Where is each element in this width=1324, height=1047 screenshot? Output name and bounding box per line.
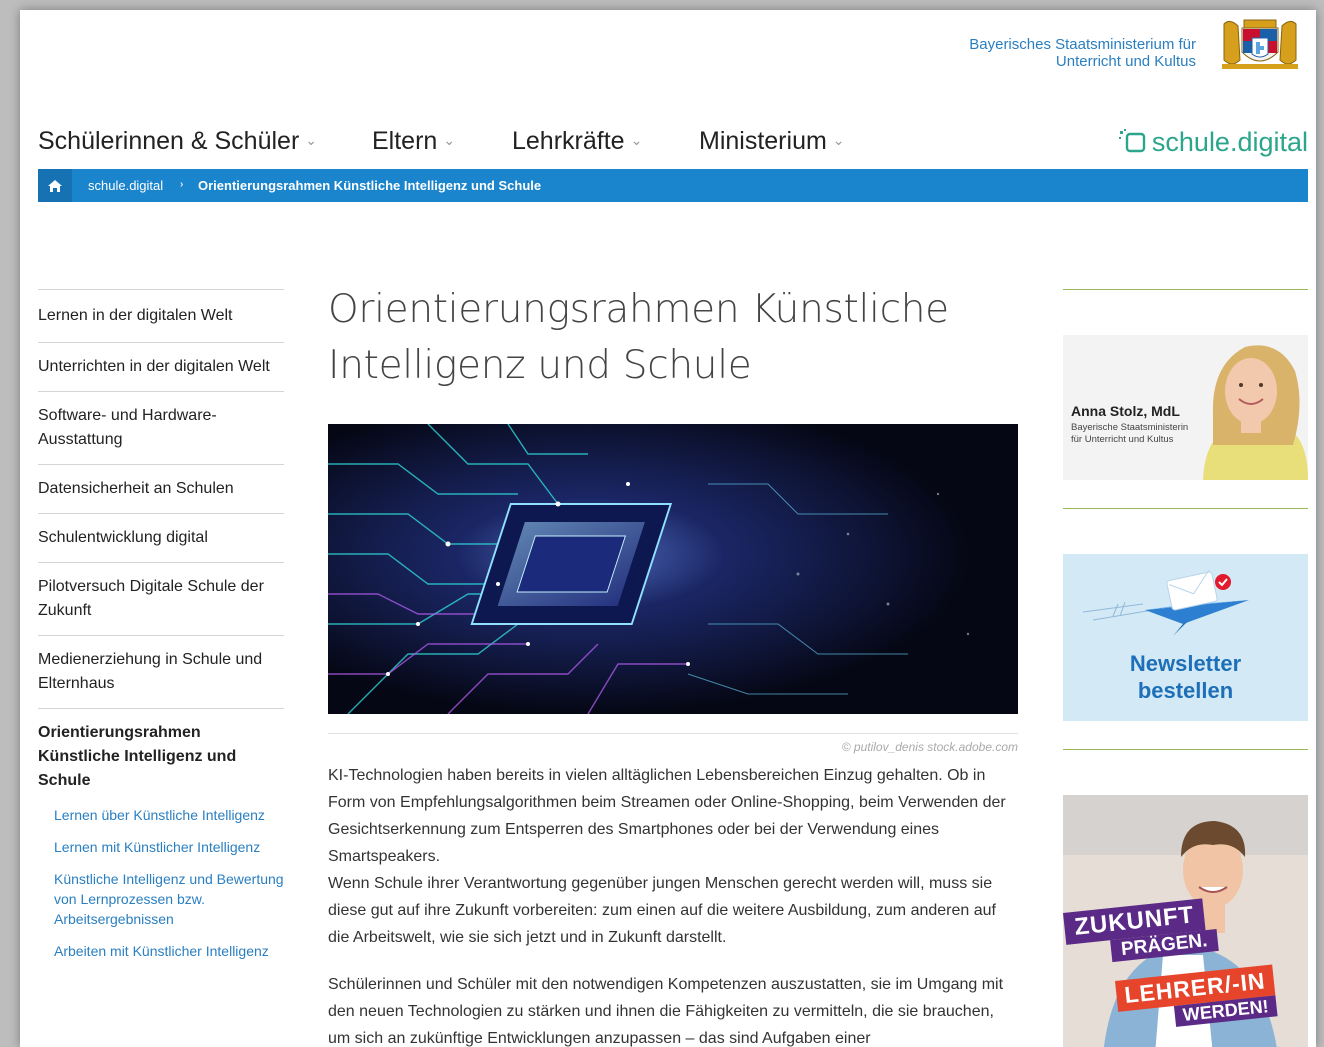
- article-paragraph: KI-Technologien haben bereits in vielen …: [328, 767, 1006, 865]
- bavarian-coat-of-arms-logo[interactable]: [1216, 16, 1304, 72]
- newsletter-teaser[interactable]: Newsletter bestellen: [1063, 554, 1308, 721]
- ministry-name-line2: Unterricht und Kultus: [1055, 53, 1196, 70]
- ministry-name[interactable]: Bayerisches Staatsministerium für Unterr…: [969, 36, 1196, 70]
- minister-role: Bayerische Staatsministerin für Unterric…: [1071, 422, 1188, 446]
- article-paragraph: Schülerinnen und Schüler mit den notwend…: [328, 976, 1004, 1047]
- ministry-name-line1: Bayerisches Staatsministerium für: [969, 36, 1196, 53]
- sidebar-item-medienerziehung[interactable]: Medienerziehung in Schule und Elternhaus: [38, 635, 284, 708]
- newsletter-label-line2: bestellen: [1137, 678, 1234, 703]
- sidebar-navigation: Lernen in der digitalen Welt Unterrichte…: [38, 289, 284, 967]
- page-title: Orientierungsrahmen Künstliche Intellige…: [328, 287, 949, 388]
- home-icon[interactable]: [38, 169, 72, 202]
- divider: [1063, 289, 1308, 290]
- article-paragraph: Wenn Schule ihrer Verantwortung gegenübe…: [328, 875, 996, 946]
- breadcrumb-separator-icon: ›: [180, 179, 184, 190]
- breadcrumb: schule.digital › Orientierungsrahmen Kün…: [38, 169, 1308, 202]
- article: Orientierungsrahmen Künstliche Intellige…: [328, 282, 1018, 1047]
- sidebar-subitem-ki-bewertung[interactable]: Künstliche Intelligenz und Bewertung von…: [54, 863, 284, 935]
- minister-teaser[interactable]: Anna Stolz, MdL Bayerische Staatsministe…: [1063, 335, 1308, 480]
- sidebar-subitems: Lernen über Künstliche Intelligenz Lerne…: [38, 799, 284, 967]
- paper-plane-mail-icon: [1082, 569, 1249, 636]
- nav-item-lehrkraefte[interactable]: Lehrkräfte ⌄: [512, 127, 642, 156]
- nav-item-label: Ministerium: [699, 127, 827, 155]
- page: Bayerisches Staatsministerium für Unterr…: [20, 10, 1316, 1047]
- sidebar-subitem-lernen-ueber-ki[interactable]: Lernen über Künstliche Intelligenz: [54, 799, 284, 831]
- chevron-down-icon: ⌄: [832, 132, 845, 148]
- tablet-icon: [1118, 129, 1146, 153]
- breadcrumb-link-schule-digital[interactable]: schule.digital: [88, 178, 163, 193]
- sidebar-item-lernen[interactable]: Lernen in der digitalen Welt: [38, 289, 284, 342]
- sidebar-subitem-lernen-mit-ki[interactable]: Lernen mit Künstlicher Intelligenz: [54, 831, 284, 863]
- divider: [1063, 508, 1308, 509]
- image-credit: © putilov_denis stock.adobe.com: [328, 733, 1018, 754]
- nav-item-schueler[interactable]: Schülerinnen & Schüler ⌄: [38, 127, 317, 156]
- breadcrumb-current: Orientierungsrahmen Künstliche Intellige…: [198, 178, 542, 193]
- nav-item-ministerium[interactable]: Ministerium ⌄: [699, 127, 845, 156]
- newsletter-label: Newsletter bestellen: [1063, 650, 1308, 704]
- newsletter-label-line1: Newsletter: [1129, 651, 1242, 676]
- nav-item-label: Lehrkräfte: [512, 127, 625, 155]
- chevron-down-icon: ⌄: [305, 132, 318, 148]
- sidebar-item-unterrichten[interactable]: Unterrichten in der digitalen Welt: [38, 342, 284, 391]
- nav-item-label: Schülerinnen & Schüler: [38, 127, 300, 155]
- minister-role-line1: Bayerische Staatsministerin: [1071, 422, 1189, 433]
- minister-name: Anna Stolz, MdL: [1071, 403, 1180, 419]
- schule-digital-logo[interactable]: schule.digital: [1118, 127, 1308, 158]
- ai-chip-hero-image: [328, 424, 1018, 714]
- sidebar-item-pilotversuch[interactable]: Pilotversuch Digitale Schule der Zukunft: [38, 562, 284, 635]
- sidebar-subitem-arbeiten-mit-ki[interactable]: Arbeiten mit Künstlicher Intelligenz: [54, 935, 284, 967]
- right-column: Anna Stolz, MdL Bayerische Staatsministe…: [1063, 289, 1308, 1047]
- nav-item-eltern[interactable]: Eltern ⌄: [372, 127, 455, 156]
- nav-item-label: Eltern: [372, 127, 438, 155]
- divider: [1063, 749, 1308, 750]
- minister-role-line2: für Unterricht und Kultus: [1071, 434, 1174, 445]
- chevron-down-icon: ⌄: [443, 132, 456, 148]
- chevron-down-icon: ⌄: [630, 132, 643, 148]
- sidebar-item-ki-orientierungsrahmen[interactable]: Orientierungsrahmen Künstliche Intellige…: [38, 708, 284, 799]
- teacher-recruitment-teaser[interactable]: ZUKUNFT PRÄGEN. LEHRER/-IN WERDEN!: [1063, 795, 1308, 1047]
- sidebar-item-datensicherheit[interactable]: Datensicherheit an Schulen: [38, 464, 284, 513]
- sidebar-item-ausstattung[interactable]: Software- und Hardware-Ausstattung: [38, 391, 284, 464]
- brand-label: schule.digital: [1151, 127, 1308, 157]
- sidebar-item-schulentwicklung[interactable]: Schulentwicklung digital: [38, 513, 284, 562]
